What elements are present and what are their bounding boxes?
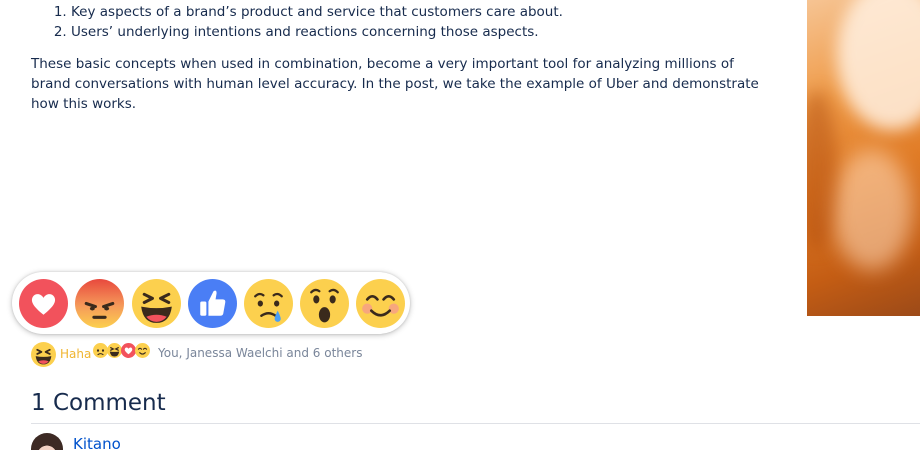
page: Key aspects of a brand’s product and ser…: [0, 0, 920, 450]
divider: [31, 423, 920, 424]
smile-icon[interactable]: [356, 279, 405, 328]
sad-icon: [93, 343, 108, 358]
haha-icon: [107, 343, 122, 358]
article-steps-list: Key aspects of a brand’s product and ser…: [31, 2, 563, 42]
article-paragraph: These basic concepts when used in combin…: [31, 56, 759, 112]
wow-icon[interactable]: [300, 279, 349, 328]
haha-icon[interactable]: [132, 279, 181, 328]
selected-reaction-label[interactable]: Haha: [60, 347, 91, 361]
comment-author-link[interactable]: Kitano: [73, 435, 121, 450]
comments-title: 1 Comment: [31, 390, 166, 416]
love-icon[interactable]: [19, 279, 68, 328]
sad-icon[interactable]: [244, 279, 293, 328]
reaction-picker: [12, 272, 410, 334]
angry-icon[interactable]: [75, 279, 124, 328]
haha-icon[interactable]: [31, 342, 56, 367]
article-photo: [807, 0, 920, 316]
love-icon: [121, 343, 136, 358]
list-item: Users’ underlying intentions and reactio…: [71, 22, 563, 42]
reaction-summary-text[interactable]: You, Janessa Waelchi and 6 others: [158, 346, 362, 360]
avatar[interactable]: [31, 433, 63, 450]
list-item: Key aspects of a brand’s product and ser…: [71, 2, 563, 22]
smile-icon: [135, 343, 150, 358]
like-icon[interactable]: [188, 279, 237, 328]
